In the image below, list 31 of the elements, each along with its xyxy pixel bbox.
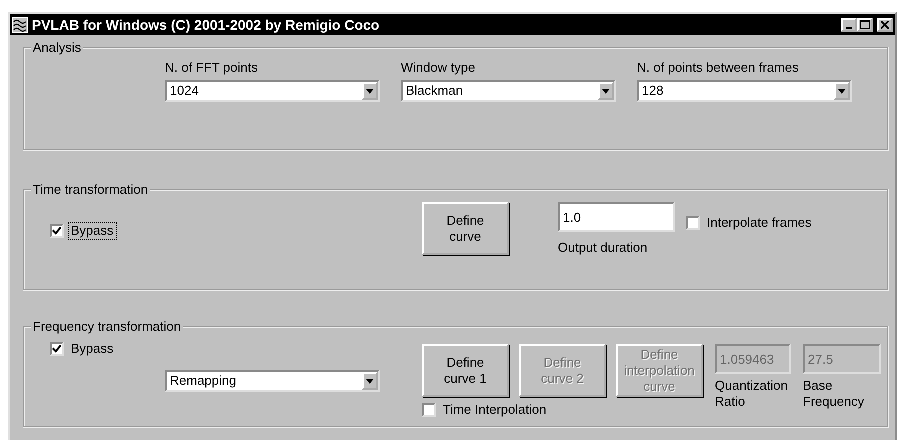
checkbox[interactable]: [50, 342, 64, 356]
field-label: Base Frequency: [803, 378, 866, 410]
maximize-icon: [860, 20, 870, 29]
dropdown-label: Window type: [401, 60, 476, 76]
checkbox-label: Bypass: [68, 222, 117, 240]
close-button[interactable]: [877, 18, 893, 32]
field-label: Quantization Ratio: [715, 378, 789, 410]
group-title: Analysis: [32, 41, 82, 55]
group-title: Time transformation: [32, 183, 150, 197]
group-title: Frequency transformation: [32, 320, 182, 334]
output-duration-field[interactable]: 1.0: [558, 202, 675, 232]
checkbox-label: Bypass: [70, 340, 115, 358]
minimize-icon: [846, 26, 852, 28]
checkbox-label: Interpolate frames: [706, 214, 813, 232]
dropdown-label: N. of points between frames: [637, 60, 800, 76]
dropdown[interactable]: 1024: [165, 80, 380, 102]
dropdown-label: N. of FFT points: [165, 60, 259, 76]
checkbox[interactable]: [50, 224, 64, 238]
define-curve-button[interactable]: Define curve: [422, 202, 509, 255]
dropdown[interactable]: Remapping: [165, 370, 380, 392]
dropdown[interactable]: 128: [637, 80, 852, 102]
checkbox[interactable]: [422, 403, 436, 417]
close-icon: [881, 20, 889, 28]
dropdown[interactable]: Blackman: [401, 80, 616, 102]
field-label: Output duration: [558, 240, 649, 256]
maximize-button[interactable]: [857, 18, 873, 32]
minimize-button[interactable]: [841, 18, 857, 32]
checkbox[interactable]: [686, 216, 700, 230]
checkbox-label: Time Interpolation: [442, 401, 548, 419]
window-title: PVLAB for Windows (C) 2001-2002 by Remigio Coco: [32, 16, 380, 34]
define-curve-button[interactable]: Define curve 1: [422, 344, 509, 397]
